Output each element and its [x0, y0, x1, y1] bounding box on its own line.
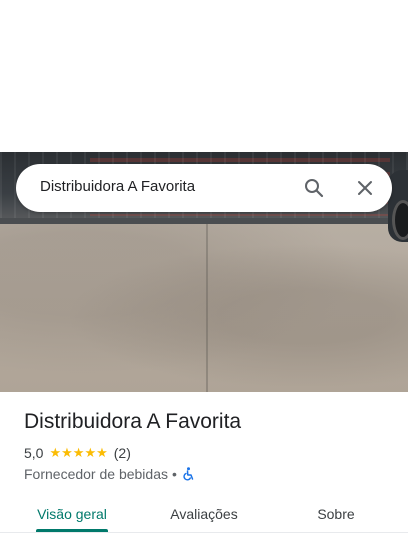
search-icon[interactable]	[302, 176, 326, 200]
category-row: Fornecedor de bebidas •	[24, 465, 195, 483]
star-rating: ★ ★ ★ ★ ★	[49, 446, 107, 460]
concrete-floor	[0, 224, 408, 392]
star-icon: ★	[84, 445, 97, 460]
reviews-count[interactable]: (2)	[114, 445, 131, 461]
star-icon: ★	[49, 445, 62, 460]
place-category[interactable]: Fornecedor de bebidas	[24, 466, 168, 482]
search-query[interactable]: Distribuidora A Favorita	[40, 178, 195, 195]
star-icon: ★	[96, 445, 108, 460]
tab-bar: Visão geral Avaliações Sobre	[0, 496, 408, 536]
tab-overview[interactable]: Visão geral	[36, 496, 108, 532]
place-title: Distribuidora A Favorita	[24, 410, 242, 433]
rating-row[interactable]: 5,0 ★ ★ ★ ★ ★ (2)	[24, 444, 131, 462]
separator-dot: •	[172, 466, 177, 482]
star-icon: ★	[61, 445, 73, 460]
tab-about[interactable]: Sobre	[306, 496, 366, 532]
tab-reviews[interactable]: Avaliações	[160, 496, 248, 532]
floor-seam	[206, 224, 208, 392]
car-wheel	[392, 200, 408, 240]
wheelchair-accessible-icon	[181, 467, 195, 481]
rating-value: 5,0	[24, 445, 44, 461]
close-icon[interactable]	[353, 176, 377, 200]
tabs-divider	[0, 532, 408, 533]
star-icon: ★	[72, 445, 85, 460]
search-bar[interactable]: Distribuidora A Favorita	[16, 164, 392, 212]
